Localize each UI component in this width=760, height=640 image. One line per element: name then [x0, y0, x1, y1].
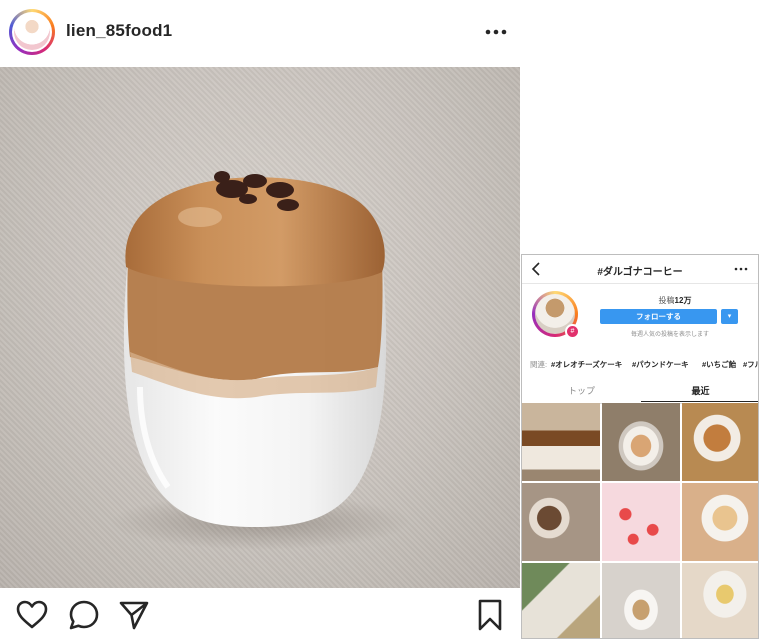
more-horizontal-icon[interactable]: [734, 264, 748, 274]
dalgona-coffee-glass-image: [110, 171, 410, 550]
tab-top[interactable]: トップ: [522, 384, 641, 397]
grid-post-thumbnail[interactable]: [682, 563, 758, 638]
grid-post-thumbnail[interactable]: [602, 483, 680, 561]
related-tag[interactable]: #パウンドケーキ: [632, 359, 689, 370]
heart-icon[interactable]: [15, 598, 49, 632]
grid-post-thumbnail[interactable]: [522, 403, 600, 481]
grid-post-thumbnail[interactable]: [602, 403, 680, 481]
related-tag[interactable]: #オレオチーズケーキ: [551, 359, 622, 370]
grid-post-thumbnail[interactable]: [522, 483, 600, 561]
hashtag-avatar: #: [532, 291, 580, 339]
bookmark-icon[interactable]: [473, 598, 507, 632]
hashtag-tabs: トップ 最近: [522, 377, 758, 404]
follow-button[interactable]: フォローする: [600, 309, 717, 324]
hashtag-badge-icon: #: [565, 324, 580, 339]
grid-post-thumbnail[interactable]: [682, 483, 758, 561]
posts-count: 投稿12万: [658, 296, 692, 305]
more-horizontal-icon[interactable]: [484, 22, 508, 42]
grid-post-thumbnail[interactable]: [682, 403, 758, 481]
post-actions-bar: [0, 592, 520, 640]
related-tag[interactable]: #いちご飴: [702, 359, 736, 370]
related-hashtags: 関連: #オレオチーズケーキ #パウンドケーキ #いちご飴 #フル: [522, 353, 758, 373]
post-header: lien_85food1: [0, 0, 520, 64]
hashtag-header: #ダルゴナコーヒー: [522, 255, 758, 284]
active-tab-indicator: [641, 401, 758, 402]
paper-plane-icon[interactable]: [117, 598, 151, 632]
chevron-down-icon[interactable]: ▾: [721, 309, 738, 324]
user-avatar[interactable]: [9, 9, 55, 55]
tab-recent[interactable]: 最近: [641, 384, 758, 397]
post-username[interactable]: lien_85food1: [66, 21, 172, 41]
follow-note: 毎週人気の投稿を表示します: [630, 332, 709, 338]
avatar-image: [12, 12, 52, 52]
hashtag-page-screenshot: #ダルゴナコーヒー # 投稿12万 フォローする ▾ 毎週人気の投稿を表示します…: [521, 254, 759, 639]
related-tag[interactable]: #フル: [743, 359, 758, 370]
comment-icon[interactable]: [67, 598, 101, 632]
grid-post-thumbnail[interactable]: [602, 563, 680, 638]
grid-post-thumbnail[interactable]: [522, 563, 600, 638]
hashtag-title: #ダルゴナコーヒー: [597, 267, 683, 278]
post-photo[interactable]: [0, 67, 520, 588]
related-label: 関連:: [530, 360, 548, 369]
post-grid: [522, 403, 758, 638]
